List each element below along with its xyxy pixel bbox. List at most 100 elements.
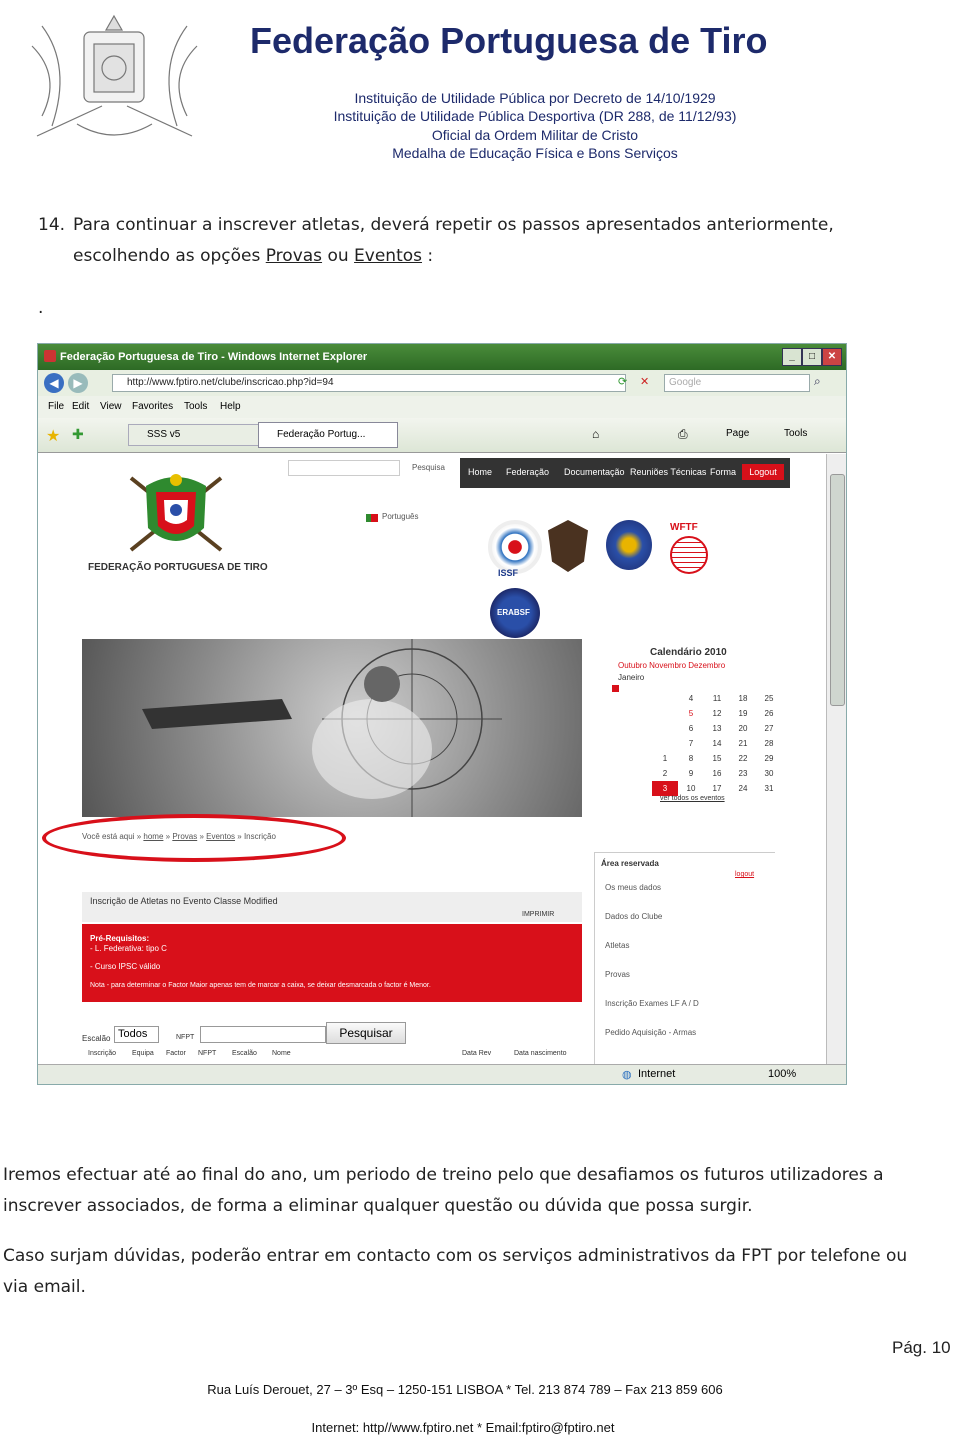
calendar-day[interactable]: 10: [678, 781, 704, 796]
calendar-day[interactable]: 5: [678, 706, 704, 721]
col-equipa[interactable]: Equipa: [132, 1050, 154, 1057]
provas-link[interactable]: Provas: [266, 246, 322, 266]
menu-tools[interactable]: Tools: [184, 401, 207, 412]
menu-help[interactable]: Help: [220, 401, 241, 412]
site-search-label[interactable]: Pesquisa: [412, 463, 445, 472]
zoom-level[interactable]: 100%: [768, 1068, 796, 1080]
page-menu[interactable]: Page: [726, 428, 749, 439]
print-button[interactable]: IMPRIMIR: [522, 911, 554, 918]
stop-icon[interactable]: ✕: [640, 375, 649, 388]
site-search-input[interactable]: [288, 460, 400, 476]
breadcrumb-eventos[interactable]: Eventos: [206, 832, 235, 841]
nav-formacao[interactable]: Forma: [710, 467, 736, 477]
calendar-day[interactable]: 12: [704, 706, 730, 721]
nav-logout[interactable]: Logout: [742, 464, 784, 480]
search-icon[interactable]: ⌕: [814, 374, 821, 389]
col-escalao[interactable]: Escalão: [232, 1050, 257, 1057]
stray-dot: .: [38, 298, 44, 318]
calendar-day[interactable]: 2: [652, 766, 678, 781]
menu-edit[interactable]: Edit: [72, 401, 89, 412]
maximize-icon[interactable]: □: [802, 348, 822, 366]
calendar-month-janeiro[interactable]: Janeiro: [618, 673, 644, 682]
calendar-day[interactable]: 4: [678, 691, 704, 706]
url-input[interactable]: http://www.fptiro.net/clube/inscricao.ph…: [112, 374, 626, 392]
calendar-day[interactable]: 13: [704, 721, 730, 736]
reserved-item[interactable]: Atletas: [605, 941, 629, 950]
nav-federacao[interactable]: Federação: [506, 467, 549, 477]
add-favorite-icon[interactable]: ✚: [72, 426, 84, 443]
filter-select[interactable]: Todos: [114, 1026, 159, 1043]
calendar-day[interactable]: 28: [756, 736, 782, 751]
calendar-day[interactable]: 15: [704, 751, 730, 766]
language-selector[interactable]: Português: [382, 512, 418, 521]
tools-menu[interactable]: Tools: [784, 428, 807, 439]
prereq-title: Pré-Requisitos:: [90, 934, 150, 943]
reserved-item[interactable]: Inscrição Exames LF A / D: [605, 999, 699, 1008]
calendar-day[interactable]: 11: [704, 691, 730, 706]
tab-sss[interactable]: SSS v5: [128, 424, 268, 446]
calendar-day[interactable]: 3: [652, 781, 678, 796]
col-inscricao[interactable]: Inscrição: [88, 1050, 116, 1057]
calendar-day[interactable]: 18: [730, 691, 756, 706]
calendar-day[interactable]: 16: [704, 766, 730, 781]
form-title-bar: Inscrição de Atletas no Evento Classe Mo…: [82, 892, 582, 922]
col-data-nascimento[interactable]: Data nascimento: [514, 1050, 567, 1057]
calendar-day[interactable]: 23: [730, 766, 756, 781]
calendar-day[interactable]: 30: [756, 766, 782, 781]
calendar-day[interactable]: 29: [756, 751, 782, 766]
scrollbar-thumb[interactable]: [830, 474, 845, 706]
calendar-day[interactable]: 9: [678, 766, 704, 781]
calendar-day[interactable]: 19: [730, 706, 756, 721]
close-icon[interactable]: ✕: [822, 348, 842, 366]
breadcrumb-provas[interactable]: Provas: [172, 832, 197, 841]
calendar-day[interactable]: 8: [678, 751, 704, 766]
calendar-day[interactable]: 14: [704, 736, 730, 751]
reserved-item[interactable]: Dados do Clube: [605, 912, 662, 921]
calendar-day[interactable]: 22: [730, 751, 756, 766]
calendar-day[interactable]: 1: [652, 751, 678, 766]
calendar-day[interactable]: 24: [730, 781, 756, 796]
reserved-item[interactable]: Pedido Aquisição - Armas: [605, 1028, 696, 1037]
calendar-day[interactable]: 31: [756, 781, 782, 796]
menu-favorites[interactable]: Favorites: [132, 401, 173, 412]
calendar-day[interactable]: 27: [756, 721, 782, 736]
menu-file[interactable]: File: [48, 401, 64, 412]
calendar-months[interactable]: Outubro Novembro Dezembro: [618, 661, 725, 670]
nfpt-input[interactable]: [200, 1026, 326, 1043]
home-icon[interactable]: ⌂: [592, 427, 599, 441]
nav-home[interactable]: Home: [468, 467, 492, 477]
calendar-day[interactable]: 17: [704, 781, 730, 796]
calendar-day[interactable]: 6: [678, 721, 704, 736]
browser-search-input[interactable]: Google: [664, 374, 810, 392]
search-button[interactable]: Pesquisar: [326, 1022, 406, 1044]
calendar-title: Calendário 2010: [650, 647, 727, 658]
nav-reunioes[interactable]: Reuniões Técnicas: [630, 467, 706, 477]
eventos-link[interactable]: Eventos: [354, 246, 422, 266]
forward-arrow-icon[interactable]: ▶: [68, 373, 88, 393]
calendar-day[interactable]: 7: [678, 736, 704, 751]
col-data-rev[interactable]: Data Rev: [462, 1050, 491, 1057]
calendar-day[interactable]: 21: [730, 736, 756, 751]
calendar-day[interactable]: 20: [730, 721, 756, 736]
favorites-star-icon[interactable]: ★: [46, 426, 60, 446]
calendar-all-events-link[interactable]: ver todos os eventos: [660, 795, 725, 802]
print-icon[interactable]: ⎙: [678, 427, 688, 442]
prereq-note: Nota - para determinar o Factor Maior ap…: [90, 982, 431, 989]
nav-documentacao[interactable]: Documentação: [564, 467, 625, 477]
reserved-item[interactable]: Os meus dados: [605, 883, 661, 892]
reserved-logout-link[interactable]: logout: [735, 871, 754, 878]
back-arrow-icon[interactable]: ◀: [44, 373, 64, 393]
calendar-day[interactable]: 25: [756, 691, 782, 706]
col-nfpt[interactable]: NFPT: [198, 1050, 216, 1057]
col-nome[interactable]: Nome: [272, 1050, 291, 1057]
nfpt-label: NFPT: [176, 1034, 195, 1041]
menu-view[interactable]: View: [100, 401, 122, 412]
vertical-scrollbar[interactable]: [826, 454, 846, 1064]
reserved-item[interactable]: Provas: [605, 970, 630, 979]
minimize-icon[interactable]: _: [782, 348, 802, 366]
refresh-icon[interactable]: ⟳: [618, 375, 627, 388]
tab-federacao[interactable]: Federação Portug...: [258, 422, 398, 448]
col-factor[interactable]: Factor: [166, 1050, 186, 1057]
calendar-day[interactable]: 26: [756, 706, 782, 721]
breadcrumb-home[interactable]: home: [143, 832, 163, 841]
